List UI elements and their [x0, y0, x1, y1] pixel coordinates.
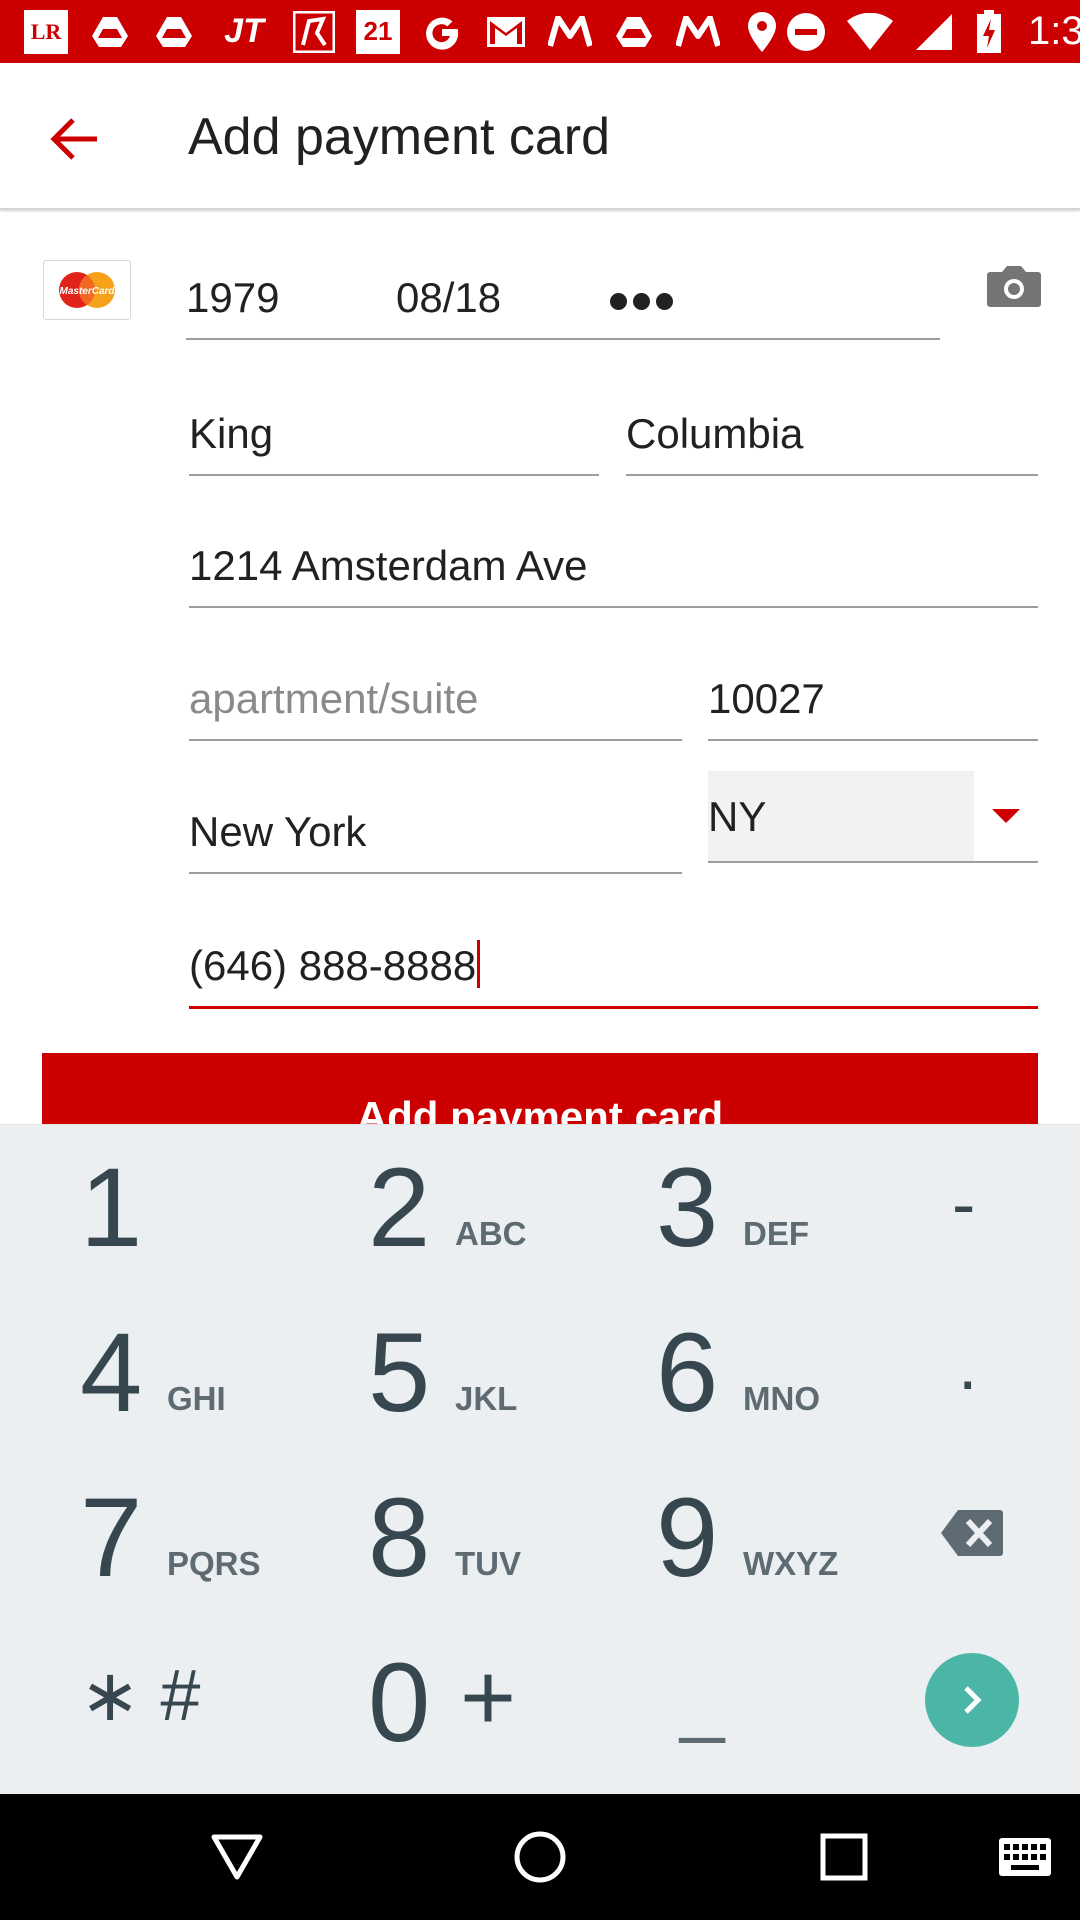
first-name-field[interactable]: King — [189, 390, 599, 476]
gmail-icon — [484, 10, 528, 54]
maps-m-icon — [548, 10, 592, 54]
phone-field[interactable]: (646) 888-8888 — [189, 923, 1038, 1009]
key-8[interactable]: 8 TUV — [290, 1455, 560, 1620]
text-cursor — [477, 940, 481, 988]
notification-icons: LR JT 21 — [24, 9, 784, 54]
expiry-field[interactable]: 08/18 — [396, 274, 501, 322]
card-details-row[interactable]: 1979 08/18 — [186, 260, 940, 340]
numeric-keypad: 1 2 ABC 3 DEF - 4 GHI 5 JKL 6 MNO . 7 PQ… — [0, 1124, 1080, 1794]
scan-card-button[interactable] — [986, 264, 1046, 316]
key-dot[interactable]: . — [880, 1290, 1080, 1455]
key-0-plus[interactable]: 0 + — [290, 1620, 560, 1785]
battery-charging-icon — [974, 9, 1004, 54]
key-3[interactable]: 3 DEF — [578, 1125, 848, 1290]
zip-field[interactable]: 10027 — [708, 655, 1038, 741]
key-6[interactable]: 6 MNO — [578, 1290, 848, 1455]
drive-icon — [152, 10, 196, 54]
key-1[interactable]: 1 — [0, 1125, 270, 1290]
lr-app-icon: LR — [24, 9, 68, 54]
keyboard-switch-button[interactable] — [993, 1824, 1057, 1890]
app-icon — [292, 10, 336, 54]
key-dash[interactable]: - — [880, 1125, 1080, 1290]
drive-icon — [612, 10, 656, 54]
city-value: New York — [189, 808, 367, 855]
home-nav-button[interactable] — [505, 1824, 575, 1890]
mastercard-logo: MasterCard — [43, 260, 131, 320]
key-star-hash[interactable]: ∗ # — [0, 1620, 270, 1785]
phone-value: (646) 888-8888 — [189, 942, 477, 989]
card-number-field[interactable]: 1979 — [186, 274, 279, 322]
app-bar: Add payment card — [0, 63, 1080, 210]
drive-icon — [88, 10, 132, 54]
clock: 1:36 — [1028, 9, 1080, 53]
status-bar: LR JT 21 1:3 — [0, 0, 1080, 63]
state-dropdown[interactable]: NY — [708, 771, 1038, 863]
square-recents-icon — [820, 1833, 868, 1881]
location-icon — [740, 10, 784, 54]
address-value: 1214 Amsterdam Ave — [189, 542, 588, 589]
backspace-key[interactable] — [880, 1455, 1080, 1620]
maps-m-icon — [676, 10, 720, 54]
back-nav-button[interactable] — [202, 1824, 272, 1890]
svg-text:MasterCard: MasterCard — [59, 286, 115, 297]
jt-icon: JT — [224, 12, 264, 50]
do-not-disturb-icon — [784, 10, 828, 54]
back-button[interactable] — [40, 105, 108, 173]
key-2[interactable]: 2 ABC — [290, 1125, 560, 1290]
chevron-right-icon — [964, 1686, 982, 1714]
triangle-back-icon — [211, 1834, 263, 1880]
apartment-placeholder: apartment/suite — [189, 675, 479, 722]
last-name-value: Columbia — [626, 410, 804, 457]
forever21-icon: 21 — [356, 9, 400, 54]
keyboard-icon — [999, 1838, 1051, 1876]
cvv-field[interactable] — [610, 293, 673, 310]
camera-icon — [987, 266, 1041, 307]
navigation-bar — [0, 1794, 1080, 1920]
add-payment-card-button[interactable]: Add payment card — [42, 1053, 1038, 1124]
payment-form: MasterCard 1979 08/18 King Columbia 1214… — [0, 212, 1080, 1124]
apartment-field[interactable]: apartment/suite — [189, 655, 682, 741]
dropdown-arrow-icon — [992, 809, 1020, 823]
key-7[interactable]: 7 PQRS — [0, 1455, 270, 1620]
zip-value: 10027 — [708, 675, 825, 722]
last-name-field[interactable]: Columbia — [626, 390, 1038, 476]
page-title: Add payment card — [188, 108, 611, 166]
state-value: NY — [708, 793, 767, 840]
first-name-value: King — [189, 410, 274, 457]
google-icon — [420, 10, 464, 54]
signal-icon — [912, 10, 956, 54]
key-4[interactable]: 4 GHI — [0, 1290, 270, 1455]
circle-home-icon — [514, 1831, 566, 1883]
backspace-icon — [941, 1510, 1003, 1556]
key-9[interactable]: 9 WXYZ — [578, 1455, 848, 1620]
city-field[interactable]: New York — [189, 788, 682, 874]
key-space[interactable]: _ — [578, 1620, 848, 1785]
recents-nav-button[interactable] — [809, 1824, 879, 1890]
address-field[interactable]: 1214 Amsterdam Ave — [189, 522, 1038, 608]
key-5[interactable]: 5 JKL — [290, 1290, 560, 1455]
wifi-icon — [846, 10, 894, 54]
next-button[interactable] — [925, 1653, 1019, 1747]
arrow-back-icon — [50, 118, 97, 160]
